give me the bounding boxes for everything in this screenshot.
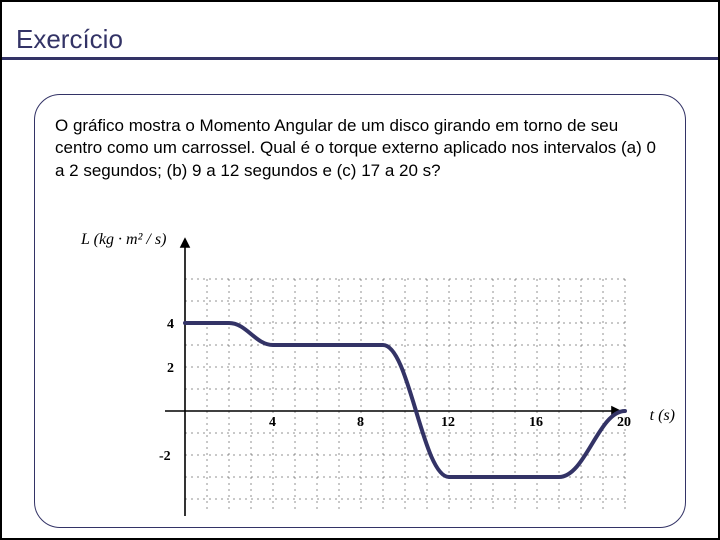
slide-title: Exercício [16, 24, 123, 54]
y-tick-4: 4 [167, 317, 174, 333]
slide-page: Exercício O gráfico mostra o Momento Ang… [2, 2, 718, 538]
x-tick-16: 16 [529, 415, 543, 431]
chart-svg: {"x0":110,"y0":180,"ux":22,"uy":22} [75, 231, 635, 521]
x-axis-label: t (s) [650, 407, 675, 425]
x-tick-12: 12 [441, 415, 455, 431]
x-tick-20: 20 [617, 415, 631, 431]
y-axis-label: L (kg · m² / s) [81, 231, 166, 249]
x-tick-8: 8 [357, 415, 364, 431]
axes [165, 239, 620, 516]
content-card: O gráfico mostra o Momento Angular de um… [34, 94, 686, 528]
chart: L (kg · m² / s) t (s) {"x0":110,"y0":180… [75, 231, 635, 521]
problem-statement: O gráfico mostra o Momento Angular de um… [55, 115, 665, 182]
y-tick-2: 2 [167, 361, 174, 377]
x-tick-4: 4 [269, 415, 276, 431]
y-tick-n2: -2 [159, 449, 171, 465]
title-bar: Exercício [2, 24, 718, 60]
